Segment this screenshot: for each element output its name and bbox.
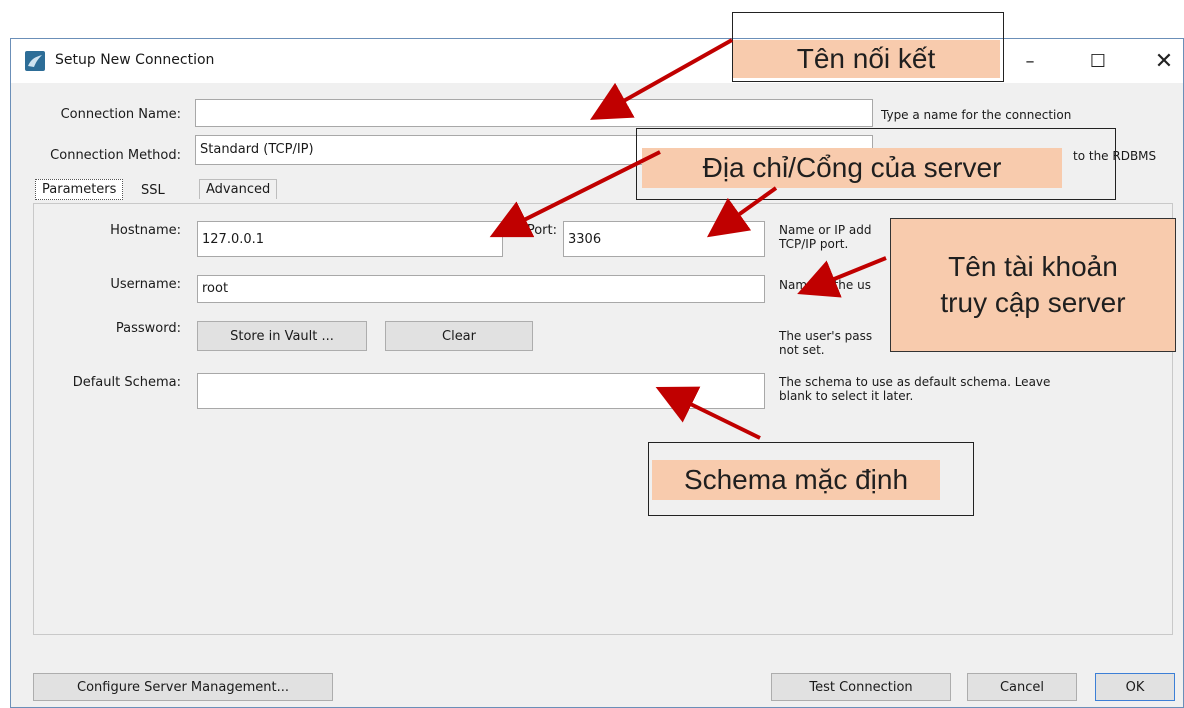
minimize-button[interactable]: – [1007,39,1053,83]
port-label: Port: [526,223,557,238]
hostname-label: Hostname: [110,223,181,238]
window-title: Setup New Connection [55,52,215,68]
cancel-button[interactable]: Cancel [967,673,1077,701]
password-help-line1: The user's pass [779,329,873,343]
account-callout-line1: Tên tài khoản [948,251,1118,282]
connection-name-label: Connection Name: [60,107,181,122]
default-schema-help-line2: blank to select it later. [779,389,914,403]
tab-advanced[interactable]: Advanced [199,179,278,199]
test-connection-button[interactable]: Test Connection [771,673,951,701]
schema-callout: Schema mặc định [652,460,940,500]
connection-name-input[interactable] [195,99,873,127]
account-callout-line2: truy cập server [940,287,1126,318]
tab-parameters[interactable]: Parameters [35,179,124,200]
close-button[interactable]: ✕ [1141,39,1184,83]
maximize-button[interactable]: ☐ [1075,39,1121,83]
server-address-callout: Địa chỉ/Cổng của server [642,148,1062,188]
password-label: Password: [115,321,181,336]
title-bar: Setup New Connection – ☐ ✕ [11,39,1183,83]
store-in-vault-button[interactable]: Store in Vault ... [197,321,367,351]
username-input[interactable]: root [197,275,765,303]
port-input[interactable]: 3306 [563,221,765,257]
connection-method-label: Connection Method: [50,148,181,163]
default-schema-input[interactable] [197,373,765,409]
username-label: Username: [110,277,181,292]
account-callout: Tên tài khoản truy cập server [890,218,1176,352]
hostname-help-line2: TCP/IP port. [779,237,849,251]
default-schema-help-line1: The schema to use as default schema. Lea… [779,375,1051,389]
connection-name-callout-frame [732,12,1004,82]
default-schema-label: Default Schema: [72,375,181,390]
clear-password-button[interactable]: Clear [385,321,533,351]
configure-server-management-button[interactable]: Configure Server Management... [33,673,333,701]
tab-ssl[interactable]: SSL [135,181,171,200]
username-help: Name of the us [779,278,871,292]
hostname-input[interactable]: 127.0.0.1 [197,221,503,257]
password-help-line2: not set. [779,343,825,357]
mysql-workbench-icon [25,51,45,71]
ok-button[interactable]: OK [1095,673,1175,701]
hostname-help-line1: Name or IP add [779,223,872,237]
connection-name-help: Type a name for the connection [881,108,1072,122]
